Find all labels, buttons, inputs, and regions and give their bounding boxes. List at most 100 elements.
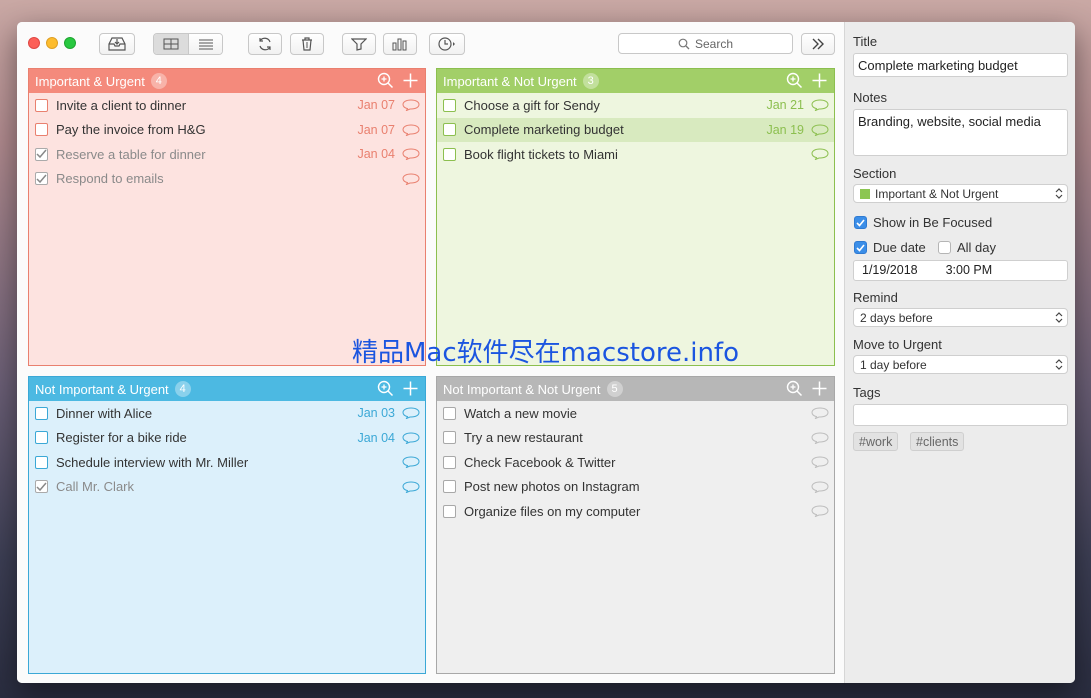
- tags-field[interactable]: [853, 404, 1068, 426]
- list-view-icon: [198, 39, 213, 50]
- title-field[interactable]: Complete marketing budget: [853, 53, 1068, 77]
- due-date-checkbox[interactable]: Due date: [854, 240, 926, 255]
- notes-bubble-icon[interactable]: [811, 123, 829, 136]
- task-checkbox[interactable]: [443, 406, 456, 420]
- zoom-window-button[interactable]: [64, 37, 76, 49]
- tags-label: Tags: [853, 385, 881, 400]
- inbox-button[interactable]: [99, 33, 135, 55]
- task-title: Try a new restaurant: [464, 430, 583, 446]
- task-row[interactable]: Check Facebook & Twitter: [437, 450, 834, 475]
- notes-bubble-icon[interactable]: [402, 148, 420, 160]
- zoom-in-icon[interactable]: [377, 380, 394, 397]
- zoom-in-icon[interactable]: [786, 380, 803, 397]
- all-day-checkbox[interactable]: All day: [938, 240, 996, 255]
- double-chevron-right-icon: [812, 38, 824, 50]
- task-row[interactable]: Pay the invoice from H&G Jan 07: [29, 118, 425, 143]
- task-checkbox[interactable]: [35, 123, 48, 137]
- task-row[interactable]: Organize files on my computer: [437, 499, 834, 524]
- task-checkbox[interactable]: [35, 480, 48, 494]
- tag-chip[interactable]: #work: [853, 432, 899, 451]
- grid-view-button[interactable]: [154, 34, 188, 54]
- sync-button[interactable]: [248, 33, 282, 55]
- task-checkbox[interactable]: [35, 455, 48, 469]
- notes-bubble-icon[interactable]: [402, 407, 420, 419]
- checkbox-unchecked-icon: [938, 241, 951, 254]
- toggle-inspector-button[interactable]: [801, 33, 835, 55]
- search-field[interactable]: Search: [618, 33, 793, 54]
- task-checkbox[interactable]: [35, 98, 48, 112]
- add-task-icon[interactable]: [811, 380, 828, 397]
- tag-chip[interactable]: #clients: [910, 432, 965, 451]
- task-row[interactable]: Reserve a table for dinner Jan 04: [29, 142, 425, 167]
- close-window-button[interactable]: [28, 37, 40, 49]
- task-row[interactable]: Watch a new movie: [437, 401, 834, 426]
- notes-bubble-icon[interactable]: [402, 123, 420, 136]
- list-view-button[interactable]: [188, 34, 222, 54]
- date-time-field[interactable]: 1/19/2018 3:00 PM: [853, 260, 1068, 281]
- zoom-in-icon[interactable]: [377, 72, 394, 89]
- notes-bubble-icon[interactable]: [402, 172, 420, 185]
- minimize-window-button[interactable]: [46, 37, 58, 49]
- task-checkbox[interactable]: [443, 455, 456, 469]
- focus-timer-button[interactable]: [429, 33, 465, 55]
- task-checkbox[interactable]: [35, 406, 48, 420]
- notes-bubble-icon[interactable]: [402, 99, 420, 111]
- inbox-icon: [108, 37, 126, 51]
- task-due-date: Jan 19: [766, 122, 804, 137]
- task-checkbox[interactable]: [443, 123, 456, 137]
- notes-bubble-icon[interactable]: [402, 431, 420, 444]
- quadrant-header: Important & Urgent 4: [29, 69, 425, 93]
- task-row[interactable]: Choose a gift for Sendy Jan 21: [437, 93, 834, 118]
- notes-field[interactable]: Branding, website, social media: [853, 109, 1068, 156]
- notes-bubble-icon[interactable]: [811, 480, 829, 493]
- task-row[interactable]: Respond to emails: [29, 167, 425, 192]
- task-row[interactable]: Complete marketing budget Jan 19: [437, 117, 834, 142]
- stats-button[interactable]: [383, 33, 417, 55]
- task-checkbox[interactable]: [35, 172, 48, 186]
- task-row[interactable]: Invite a client to dinner Jan 07: [29, 93, 425, 118]
- notes-bubble-icon[interactable]: [811, 148, 829, 160]
- show-focused-checkbox[interactable]: Show in Be Focused: [854, 215, 992, 230]
- delete-button[interactable]: [290, 33, 324, 55]
- view-switcher: [153, 33, 223, 55]
- task-checkbox[interactable]: [443, 431, 456, 445]
- quadrant-header: Not Important & Urgent 4: [29, 377, 425, 401]
- checkbox-checked-icon: [854, 241, 867, 254]
- task-row[interactable]: Book flight tickets to Miami: [437, 142, 834, 167]
- task-row[interactable]: Register for a bike ride Jan 04: [29, 426, 425, 451]
- notes-bubble-icon[interactable]: [811, 431, 829, 444]
- remind-value: 2 days before: [860, 310, 933, 325]
- notes-bubble-icon[interactable]: [811, 505, 829, 517]
- add-task-icon[interactable]: [811, 72, 828, 89]
- remind-popup[interactable]: 2 days before: [853, 308, 1068, 327]
- notes-bubble-icon[interactable]: [811, 99, 829, 111]
- task-checkbox[interactable]: [443, 480, 456, 494]
- notes-bubble-icon[interactable]: [402, 480, 420, 493]
- notes-bubble-icon[interactable]: [402, 456, 420, 468]
- task-due-date: Jan 04: [357, 147, 395, 162]
- search-icon: [678, 38, 690, 49]
- filter-button[interactable]: [342, 33, 376, 55]
- task-row[interactable]: Schedule interview with Mr. Miller: [29, 450, 425, 475]
- date-value: 1/19/2018: [862, 263, 918, 277]
- task-row[interactable]: Try a new restaurant: [437, 426, 834, 451]
- zoom-in-icon[interactable]: [786, 72, 803, 89]
- checkbox-checked-icon: [854, 216, 867, 229]
- trash-icon: [302, 37, 312, 51]
- updown-chevron-icon: [1055, 188, 1063, 199]
- task-checkbox[interactable]: [35, 147, 48, 161]
- add-task-icon[interactable]: [402, 72, 419, 89]
- sync-icon: [259, 37, 271, 51]
- notes-bubble-icon[interactable]: [811, 407, 829, 419]
- section-popup[interactable]: Important & Not Urgent: [853, 184, 1068, 203]
- task-row[interactable]: Dinner with Alice Jan 03: [29, 401, 425, 426]
- task-checkbox[interactable]: [443, 504, 456, 518]
- notes-bubble-icon[interactable]: [811, 456, 829, 468]
- task-checkbox[interactable]: [443, 98, 456, 112]
- task-checkbox[interactable]: [35, 431, 48, 445]
- add-task-icon[interactable]: [402, 380, 419, 397]
- task-row[interactable]: Call Mr. Clark: [29, 475, 425, 500]
- task-checkbox[interactable]: [443, 147, 456, 161]
- task-row[interactable]: Post new photos on Instagram: [437, 475, 834, 500]
- section-color-swatch: [860, 188, 870, 199]
